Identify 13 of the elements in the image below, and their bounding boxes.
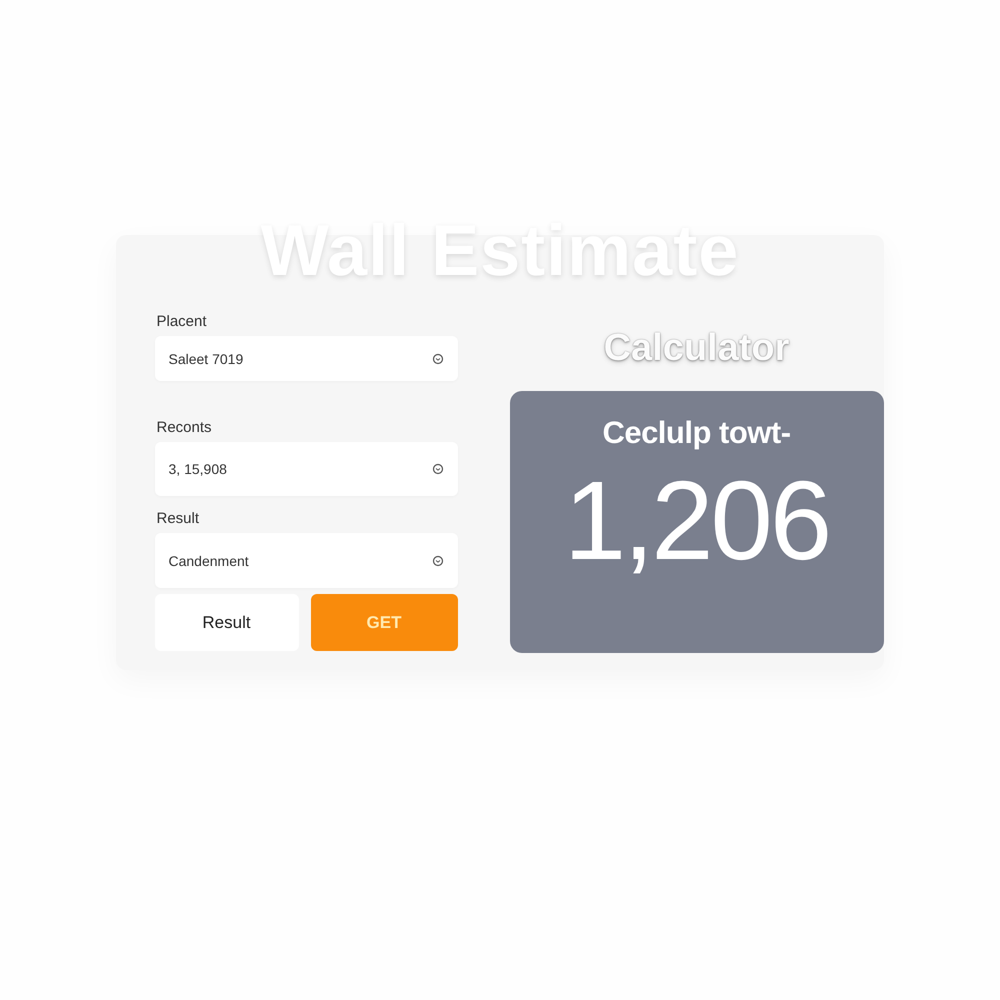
result-value: 1,206 <box>564 465 830 577</box>
result-button[interactable]: Result <box>154 594 298 651</box>
field-label: Reconts <box>156 419 213 436</box>
select-field[interactable]: Candenment <box>154 533 458 588</box>
subtitle: Calculator <box>604 329 790 367</box>
select-field[interactable]: 3, 15,908 <box>154 442 458 496</box>
circle-chevron-icon <box>432 463 444 475</box>
field-label: Placent <box>156 313 208 330</box>
circle-chevron-icon <box>432 554 444 566</box>
result-label: Ceclulp towt- <box>602 415 791 451</box>
circle-chevron-icon <box>432 352 444 364</box>
field-label: Result <box>156 510 200 527</box>
select-field[interactable]: Saleet 7019 <box>154 336 458 381</box>
